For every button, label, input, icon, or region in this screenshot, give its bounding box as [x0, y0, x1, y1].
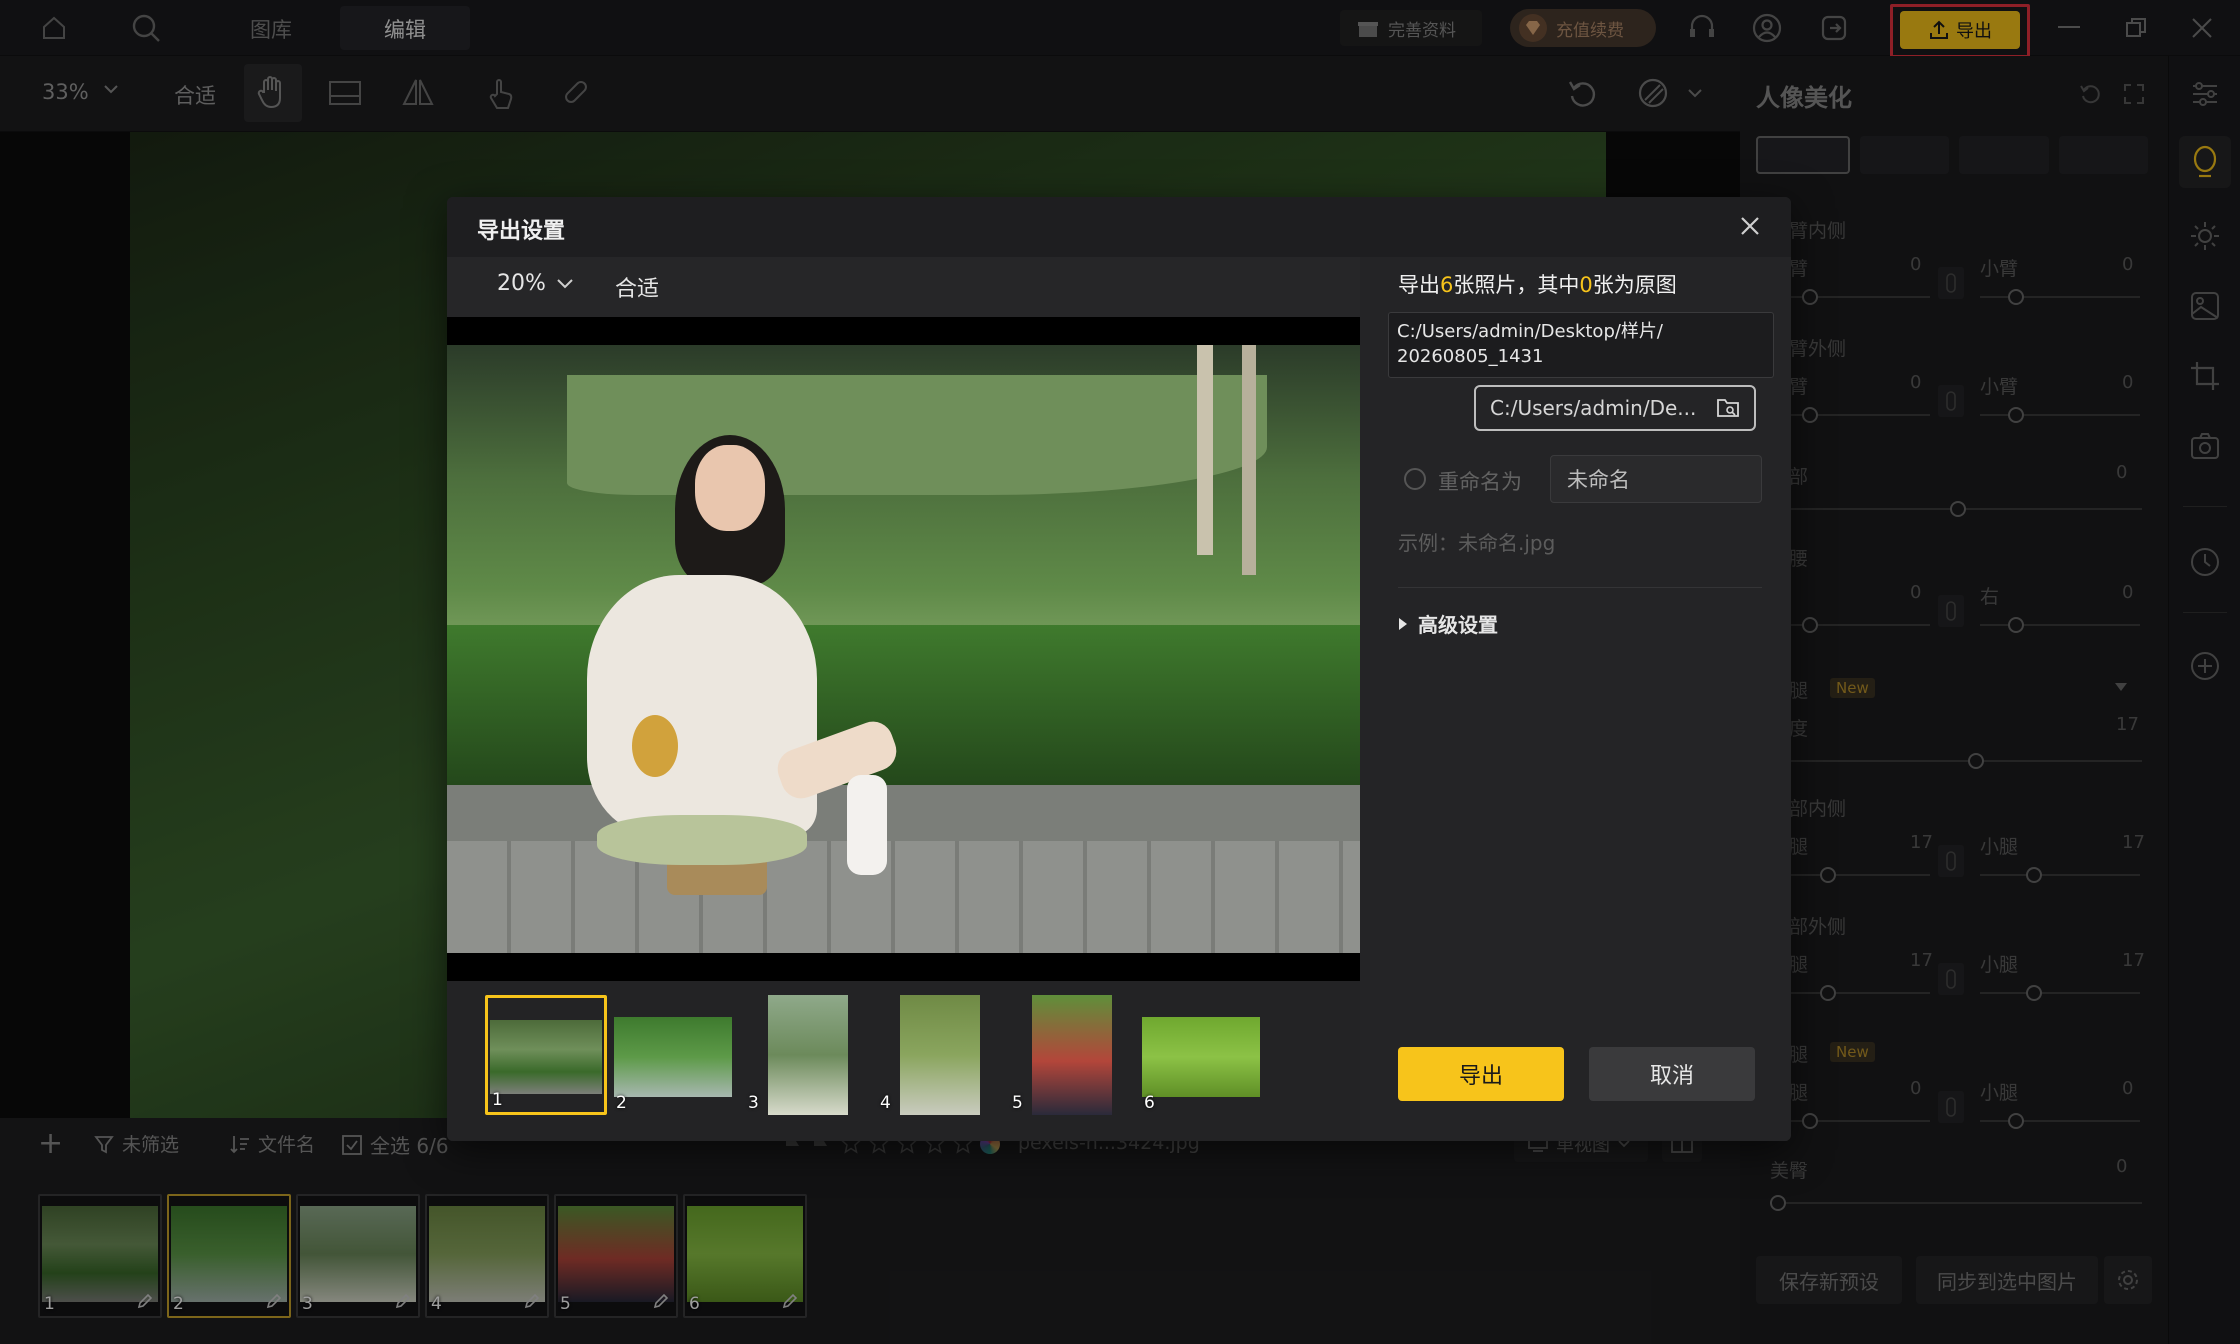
summary-text: 导出	[1398, 273, 1440, 297]
export-options: 导出6张照片，其中0张为原图 C:/Users/admin/Desktop/样片…	[1360, 257, 1791, 1141]
thumbnail-image	[1032, 995, 1112, 1115]
path-tooltip: C:/Users/admin/Desktop/样片/ 20260805_1431	[1388, 312, 1774, 378]
thumbnail-image	[1142, 1017, 1260, 1097]
export-summary: 导出6张照片，其中0张为原图	[1398, 269, 1677, 299]
summary-text: 张照片，其中	[1453, 273, 1580, 297]
thumbnail-number: 4	[880, 1093, 891, 1113]
folder-search-icon[interactable]	[1716, 397, 1740, 419]
caret-right-icon	[1398, 617, 1408, 631]
thumbnail-image	[614, 1017, 732, 1097]
export-thumbnail[interactable]: 4	[876, 995, 998, 1115]
rename-input[interactable]: 未命名	[1550, 455, 1762, 503]
rename-example: 示例：未命名.jpg	[1398, 531, 1556, 555]
rename-label: 重命名为	[1438, 470, 1522, 494]
export-thumbnail[interactable]: 2	[612, 995, 734, 1115]
rename-radio[interactable]	[1404, 468, 1426, 490]
options-divider	[1398, 587, 1762, 588]
export-path-field[interactable]: C:/Users/admin/De...	[1474, 385, 1756, 431]
export-thumbnail[interactable]: 6	[1140, 995, 1262, 1115]
preview-area: 20% 合适 1 2 3 4 5 6	[447, 257, 1360, 1141]
thumbnail-image	[768, 995, 848, 1115]
dialog-title: 导出设置	[477, 219, 566, 244]
dialog-thumbnails: 1 2 3 4 5 6	[447, 257, 1360, 1141]
cancel-button[interactable]: 取消	[1589, 1047, 1755, 1101]
thumbnail-image	[490, 1020, 602, 1094]
thumbnail-number: 1	[492, 1090, 503, 1110]
export-confirm-button[interactable]: 导出	[1398, 1047, 1564, 1101]
path-tooltip-line: 20260805_1431	[1397, 346, 1544, 367]
export-settings-dialog: 导出设置 20% 合适 1 2 3 4 5 6 导出6张照片，其中0张为原图 C…	[447, 197, 1791, 1141]
export-thumbnail[interactable]: 5	[1008, 995, 1130, 1115]
advanced-settings-toggle[interactable]: 高级设置	[1398, 609, 1498, 638]
thumbnail-number: 3	[748, 1093, 759, 1113]
export-thumbnail[interactable]: 3	[744, 995, 866, 1115]
thumbnail-number: 5	[1012, 1093, 1023, 1113]
summary-orig-count: 0	[1579, 273, 1593, 297]
summary-text: 张为原图	[1592, 273, 1677, 297]
path-tooltip-line: C:/Users/admin/Desktop/样片/	[1397, 321, 1663, 342]
advanced-settings-label: 高级设置	[1418, 613, 1498, 637]
thumbnail-number: 2	[616, 1093, 627, 1113]
export-thumbnail[interactable]: 1	[485, 995, 607, 1115]
thumbnail-image	[900, 995, 980, 1115]
summary-count: 6	[1440, 273, 1454, 297]
thumbnail-number: 6	[1144, 1093, 1155, 1113]
dialog-header: 导出设置	[447, 197, 1791, 257]
close-icon[interactable]	[1739, 215, 1761, 237]
export-path-value: C:/Users/admin/De...	[1490, 396, 1697, 420]
